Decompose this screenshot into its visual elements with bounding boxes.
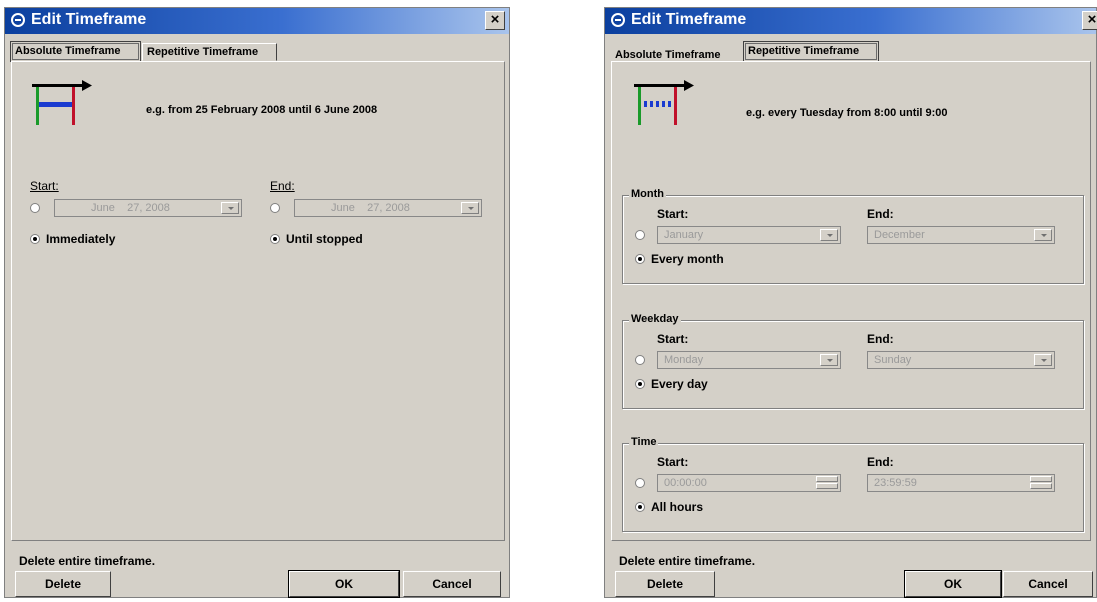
end-date-picker[interactable]: June 27, 2008 bbox=[294, 199, 482, 217]
delete-button[interactable]: Delete bbox=[615, 571, 715, 597]
group-title: Weekday bbox=[629, 313, 681, 325]
edit-timeframe-dialog-repetitive: Edit Timeframe × Absolute Timeframe Repe… bbox=[604, 7, 1097, 598]
dialog-title: Edit Timeframe bbox=[631, 11, 747, 28]
time-end-input[interactable]: 23:59:59 bbox=[867, 474, 1055, 492]
weekday-start-select[interactable]: Monday bbox=[657, 351, 841, 369]
end-label: End: bbox=[867, 332, 894, 346]
end-label: End: bbox=[270, 179, 295, 193]
end-label: End: bbox=[867, 207, 894, 221]
chevron-down-icon[interactable] bbox=[461, 202, 479, 214]
delete-button[interactable]: Delete bbox=[15, 571, 111, 597]
chevron-down-icon[interactable] bbox=[820, 354, 838, 366]
status-text: Delete entire timeframe. bbox=[19, 554, 156, 568]
month-range-radio[interactable] bbox=[635, 230, 645, 240]
start-label: Start: bbox=[30, 179, 59, 193]
absolute-timeframe-icon bbox=[32, 80, 92, 125]
tab-panel: e.g. every Tuesday from 8:00 until 9:00 … bbox=[611, 61, 1091, 541]
ok-button[interactable]: OK bbox=[904, 570, 1002, 598]
weekday-group: Weekday Start: End: Monday Sunday Every … bbox=[622, 313, 1084, 409]
weekday-end-select[interactable]: Sunday bbox=[867, 351, 1055, 369]
every-month-radio[interactable] bbox=[635, 254, 645, 264]
month-group: Month Start: End: January December Every… bbox=[622, 188, 1084, 284]
every-day-radio[interactable] bbox=[635, 379, 645, 389]
title-bar[interactable]: Edit Timeframe × bbox=[5, 8, 509, 34]
time-range-radio[interactable] bbox=[635, 478, 645, 488]
dialog-title: Edit Timeframe bbox=[31, 11, 147, 28]
until-stopped-radio[interactable] bbox=[270, 234, 280, 244]
spinner-icon[interactable] bbox=[816, 476, 838, 490]
every-month-label[interactable]: Every month bbox=[651, 252, 724, 266]
every-day-label[interactable]: Every day bbox=[651, 377, 708, 391]
start-date-radio[interactable] bbox=[30, 203, 40, 213]
tab-absolute-timeframe[interactable]: Absolute Timeframe bbox=[10, 41, 141, 62]
example-text: e.g. from 25 February 2008 until 6 June … bbox=[146, 104, 378, 116]
chevron-down-icon[interactable] bbox=[1034, 354, 1052, 366]
start-label: Start: bbox=[657, 207, 689, 221]
end-label: End: bbox=[867, 455, 894, 469]
tab-repetitive-timeframe[interactable]: Repetitive Timeframe bbox=[743, 41, 879, 62]
chevron-down-icon[interactable] bbox=[1034, 229, 1052, 241]
spinner-icon[interactable] bbox=[1030, 476, 1052, 490]
end-date-radio[interactable] bbox=[270, 203, 280, 213]
month-start-select[interactable]: January bbox=[657, 226, 841, 244]
repetitive-timeframe-icon bbox=[634, 80, 694, 125]
month-end-select[interactable]: December bbox=[867, 226, 1055, 244]
example-text: e.g. every Tuesday from 8:00 until 9:00 bbox=[746, 107, 948, 119]
edit-timeframe-dialog-absolute: Edit Timeframe × Absolute Timeframe Repe… bbox=[4, 7, 510, 598]
group-title: Month bbox=[629, 188, 666, 200]
until-stopped-label[interactable]: Until stopped bbox=[286, 232, 363, 246]
time-group: Time Start: End: 00:00:00 23:59:59 All h… bbox=[622, 436, 1084, 532]
immediately-label[interactable]: Immediately bbox=[46, 232, 115, 246]
start-date-picker[interactable]: June 27, 2008 bbox=[54, 199, 242, 217]
timeframe-icon bbox=[11, 13, 25, 27]
cancel-button[interactable]: Cancel bbox=[1003, 571, 1093, 597]
immediately-radio[interactable] bbox=[30, 234, 40, 244]
start-label: Start: bbox=[657, 455, 689, 469]
chevron-down-icon[interactable] bbox=[820, 229, 838, 241]
group-title: Time bbox=[629, 436, 659, 448]
start-label: Start: bbox=[657, 332, 689, 346]
all-hours-radio[interactable] bbox=[635, 502, 645, 512]
time-start-input[interactable]: 00:00:00 bbox=[657, 474, 841, 492]
cancel-button[interactable]: Cancel bbox=[403, 571, 501, 597]
tab-repetitive-timeframe[interactable]: Repetitive Timeframe bbox=[142, 43, 277, 61]
tab-panel: e.g. from 25 February 2008 until 6 June … bbox=[11, 61, 505, 541]
all-hours-label[interactable]: All hours bbox=[651, 500, 703, 514]
weekday-range-radio[interactable] bbox=[635, 355, 645, 365]
close-button[interactable]: × bbox=[1082, 11, 1097, 30]
ok-button[interactable]: OK bbox=[288, 570, 400, 598]
status-text: Delete entire timeframe. bbox=[619, 554, 756, 568]
title-bar[interactable]: Edit Timeframe × bbox=[605, 8, 1097, 34]
timeframe-icon bbox=[611, 13, 625, 27]
close-button[interactable]: × bbox=[485, 11, 505, 30]
chevron-down-icon[interactable] bbox=[221, 202, 239, 214]
